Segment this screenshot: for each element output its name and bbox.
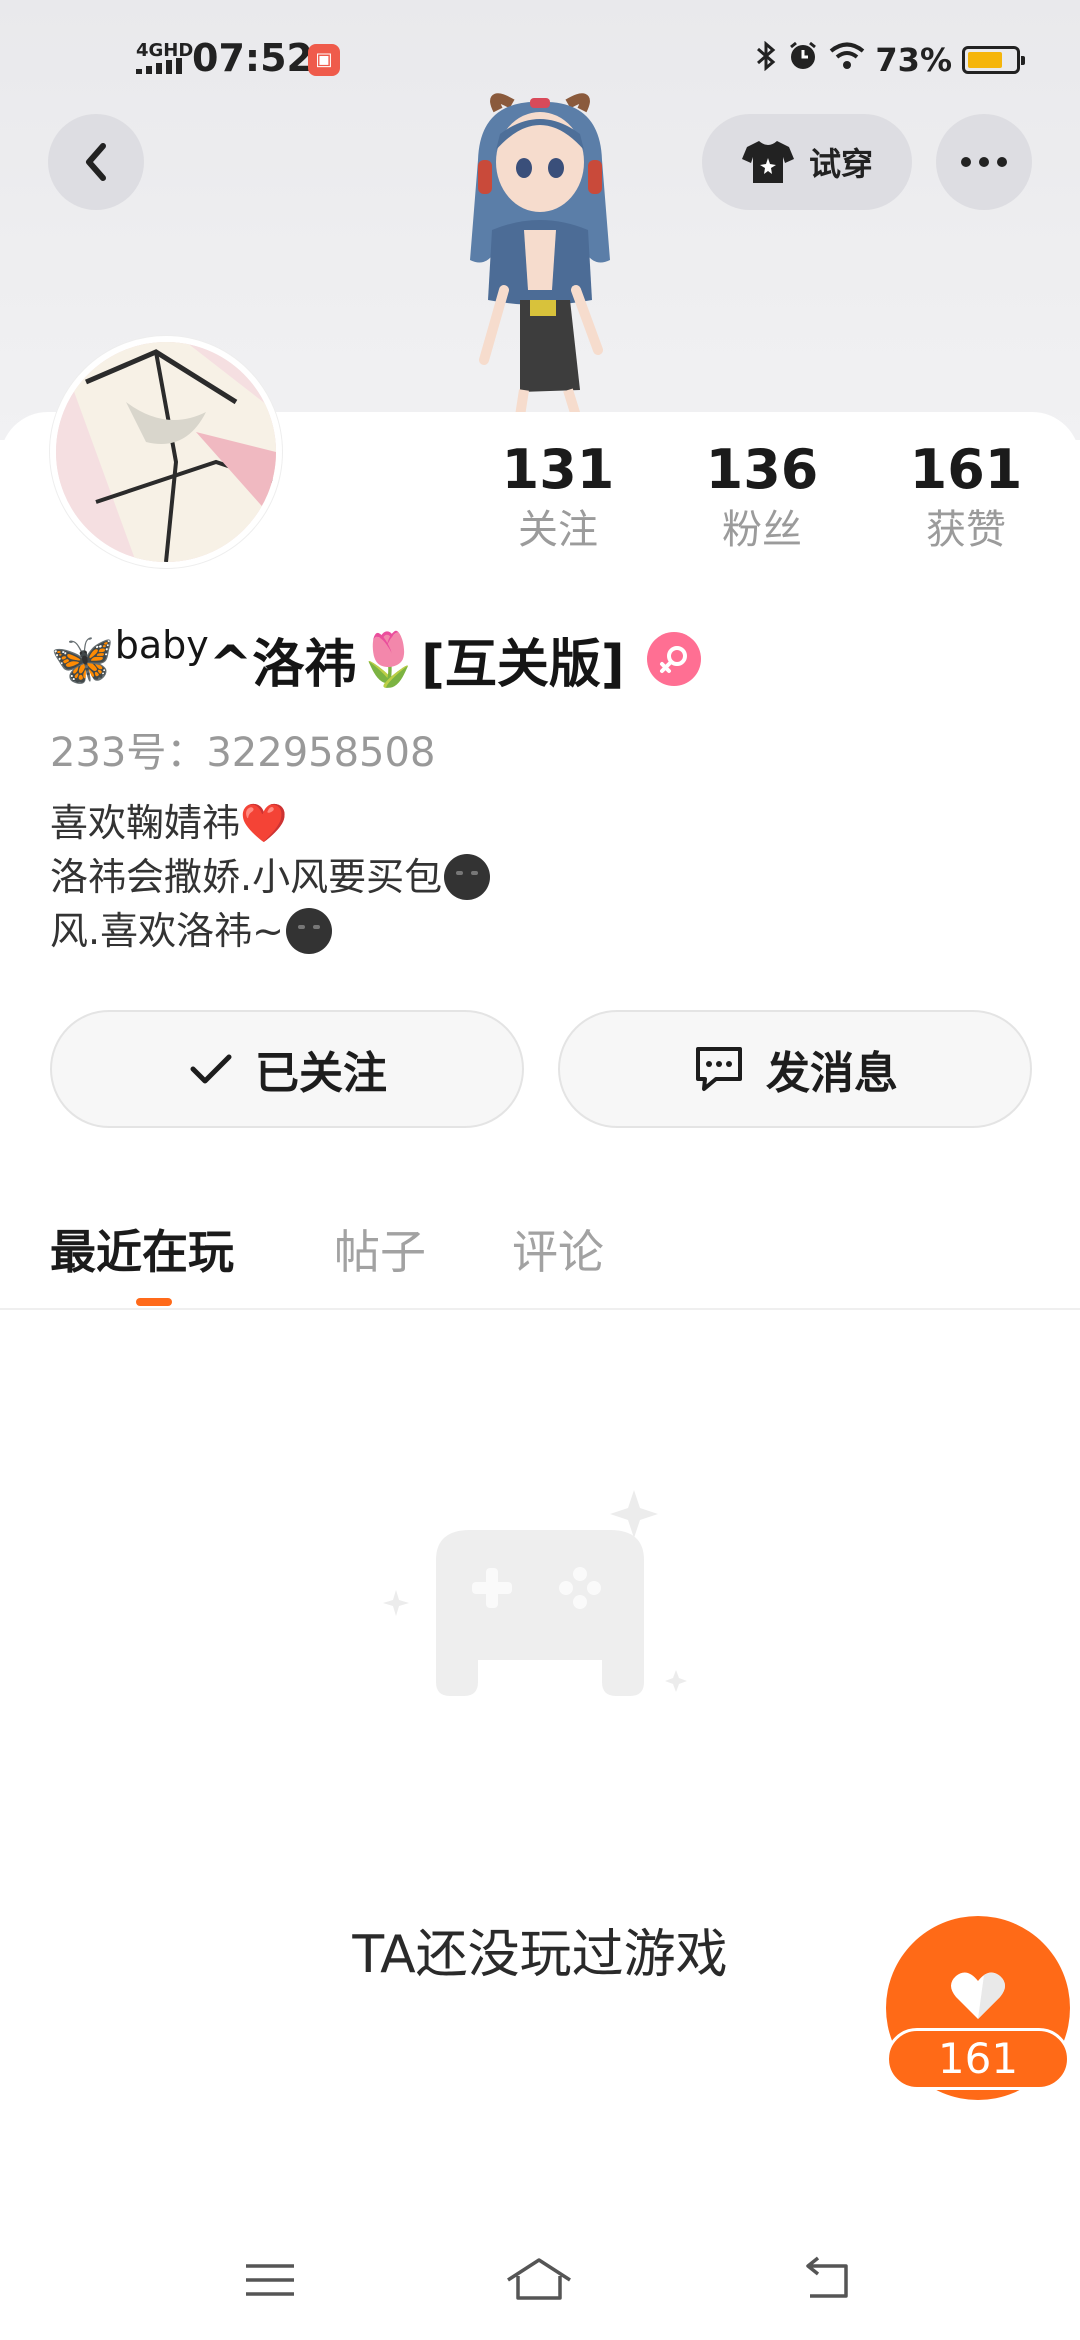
status-time: 07:52 — [192, 36, 313, 80]
tab-recently-played[interactable]: 最近在玩 — [50, 1216, 234, 1282]
tab-comments[interactable]: 评论 — [512, 1216, 604, 1282]
nickname: 🦋 baby ^洛祎 🌷 [互关版] — [50, 622, 701, 696]
followed-label: 已关注 — [255, 1048, 387, 1099]
gamepad-empty-icon — [383, 1490, 687, 1696]
more-options-button[interactable] — [936, 114, 1032, 210]
back-nav-icon[interactable] — [796, 2250, 856, 2310]
stat-likes[interactable]: 161 获赞 — [886, 438, 1046, 558]
followed-button[interactable]: 已关注 — [50, 1010, 524, 1128]
nickname-emoji-start: 🦋 — [50, 629, 115, 690]
stat-label: 关注 — [518, 507, 598, 553]
like-button[interactable]: 161 — [886, 1916, 1070, 2100]
tab-posts[interactable]: 帖子 — [334, 1216, 426, 1282]
bio-line: 喜欢鞠婧祎❤️ — [50, 801, 288, 845]
user-id: 233号：322958508 — [50, 730, 436, 776]
try-on-button[interactable]: 试穿 — [702, 114, 912, 210]
back-button[interactable] — [48, 114, 144, 210]
nickname-suffix: [互关版] — [421, 634, 625, 695]
system-navigation-bar — [0, 2230, 1080, 2340]
heart-icon — [951, 1972, 1005, 2019]
wifi-icon — [829, 42, 865, 78]
like-count: 161 — [886, 2028, 1070, 2090]
bio-line: 风.喜欢洛祎~ — [50, 909, 284, 953]
stat-value: 131 — [501, 438, 615, 501]
stat-fans[interactable]: 136 粉丝 — [682, 438, 842, 558]
menu-icon[interactable] — [240, 2250, 300, 2310]
home-icon[interactable] — [504, 2250, 574, 2310]
stat-following[interactable]: 131 关注 — [478, 438, 638, 558]
bluetooth-icon — [755, 40, 777, 79]
bio: 喜欢鞠婧祎❤️ 洛祎会撒娇.小风要买包 风.喜欢洛祎~ — [50, 796, 491, 958]
stat-label: 粉丝 — [722, 507, 802, 553]
profile-tabs: 最近在玩 帖子 评论 — [0, 1206, 1080, 1310]
chevron-left-icon — [86, 143, 106, 181]
avatar-character-figure — [470, 93, 610, 418]
chat-bubble-icon — [696, 1047, 742, 1091]
nickname-emoji-mid: 🌷 — [356, 629, 422, 690]
checkmark-icon — [190, 1054, 232, 1084]
signal-icon — [136, 58, 182, 74]
battery-icon — [962, 46, 1025, 74]
try-on-label: 试穿 — [808, 145, 873, 183]
tab-indicator — [136, 1298, 172, 1306]
female-gender-icon — [646, 632, 701, 686]
alarm-icon — [787, 40, 819, 80]
stat-value: 161 — [909, 438, 1023, 501]
nickname-main: ^洛祎 — [208, 634, 357, 695]
tshirt-icon — [741, 141, 794, 183]
more-dots-icon — [961, 157, 1007, 167]
avatar[interactable] — [50, 336, 282, 568]
smirk-emoji-icon — [285, 907, 332, 954]
smirk-emoji-icon — [444, 853, 491, 900]
send-message-button[interactable]: 发消息 — [558, 1010, 1032, 1128]
app-notification-icon: ▣ — [308, 44, 340, 76]
battery-percent: 73% — [875, 41, 952, 79]
nickname-sup: baby — [114, 623, 209, 667]
stat-label: 获赞 — [926, 507, 1006, 553]
bio-line: 洛祎会撒娇.小风要买包 — [50, 855, 443, 899]
send-message-label: 发消息 — [766, 1048, 898, 1099]
stat-value: 136 — [705, 438, 819, 501]
avatar-image — [56, 342, 276, 562]
